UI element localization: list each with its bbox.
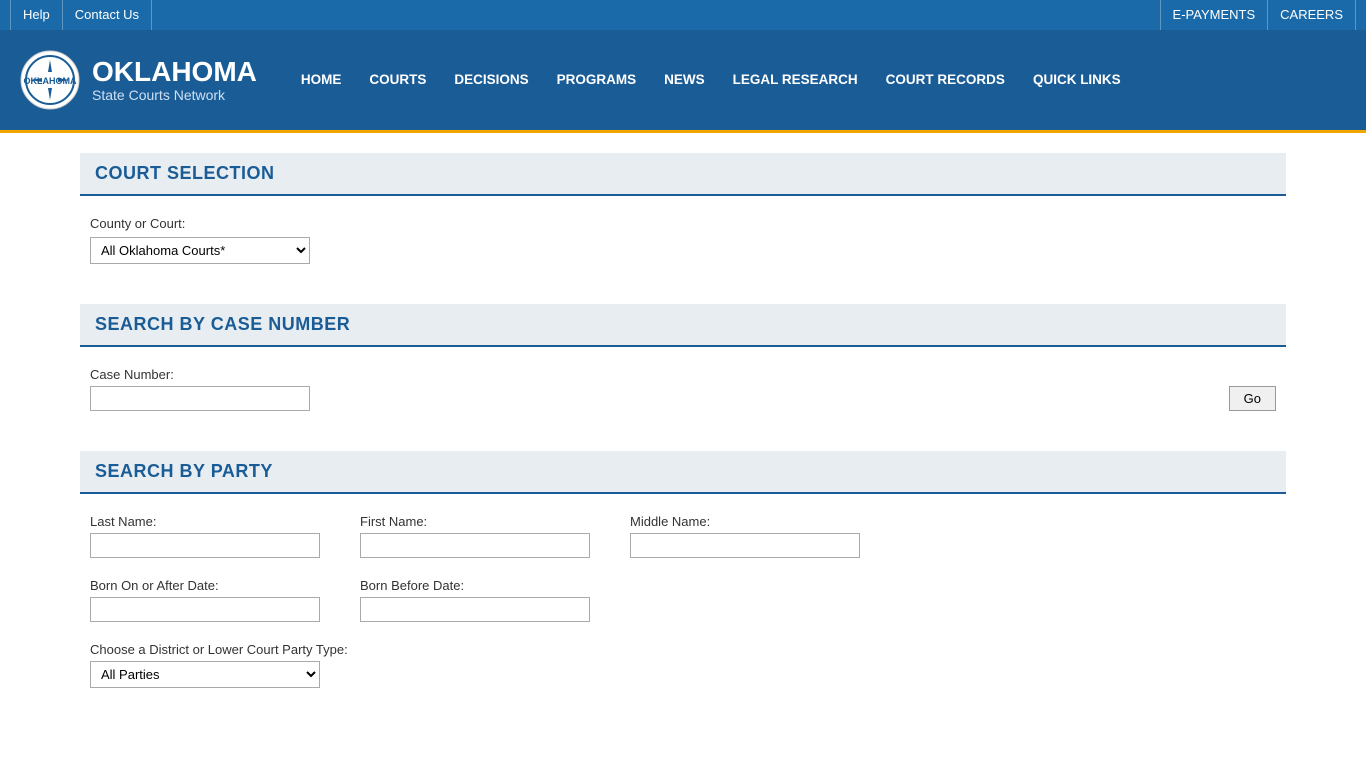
nav-courts[interactable]: COURTS [355,30,440,130]
born-on-label: Born On or After Date: [90,578,320,593]
case-number-form: Case Number: Go [80,367,1286,431]
nav-decisions[interactable]: DECISIONS [440,30,542,130]
nav-legal-research[interactable]: LEGAL RESEARCH [719,30,872,130]
party-name-row: Last Name: First Name: Middle Name: [90,514,1276,558]
nav-news[interactable]: NEWS [650,30,719,130]
case-number-field-group: Case Number: [90,367,310,411]
party-type-group: Choose a District or Lower Court Party T… [90,642,1276,688]
logo-title: OKLAHOMA [92,56,257,87]
main-nav: HOME COURTS DECISIONS PROGRAMS NEWS LEGA… [287,30,1135,130]
help-link[interactable]: Help [10,0,63,30]
born-before-input[interactable] [360,597,590,622]
middle-name-group: Middle Name: [630,514,860,558]
court-selection-title: COURT SELECTION [95,163,1271,184]
contact-us-link[interactable]: Contact Us [63,0,152,30]
logo-text: OKLAHOMA State Courts Network [92,57,257,104]
oklahoma-seal-icon: OKLAHOMA [20,50,80,110]
nav-court-records[interactable]: COURT RECORDS [872,30,1019,130]
top-bar: Help Contact Us E-PAYMENTS CAREERS [0,0,1366,30]
born-on-group: Born On or After Date: [90,578,320,622]
party-search-title: SEARCH BY PARTY [95,461,1271,482]
header-divider [0,130,1366,133]
middle-name-label: Middle Name: [630,514,860,529]
case-number-section-header: SEARCH BY CASE NUMBER [80,304,1286,347]
careers-link[interactable]: CAREERS [1267,0,1356,30]
last-name-input[interactable] [90,533,320,558]
first-name-label: First Name: [360,514,590,529]
last-name-label: Last Name: [90,514,320,529]
case-number-row: Case Number: Go [90,367,1276,411]
nav-home[interactable]: HOME [287,30,356,130]
middle-name-input[interactable] [630,533,860,558]
nav-programs[interactable]: PROGRAMS [543,30,651,130]
county-court-select-wrapper: All Oklahoma Courts* Adair County Distri… [90,237,1276,264]
party-type-select[interactable]: All Parties Plaintiff Defendant Petition… [90,661,320,688]
top-bar-left: Help Contact Us [10,0,152,30]
party-dob-row: Born On or After Date: Born Before Date: [90,578,1276,622]
first-name-group: First Name: [360,514,590,558]
county-court-select[interactable]: All Oklahoma Courts* Adair County Distri… [90,237,310,264]
svg-text:OKLAHOMA: OKLAHOMA [24,76,77,86]
born-on-input[interactable] [90,597,320,622]
nav-quick-links[interactable]: QUICK LINKS [1019,30,1135,130]
born-before-label: Born Before Date: [360,578,590,593]
case-number-title: SEARCH BY CASE NUMBER [95,314,1271,335]
case-number-input[interactable] [90,386,310,411]
born-before-group: Born Before Date: [360,578,590,622]
case-number-label: Case Number: [90,367,310,382]
last-name-group: Last Name: [90,514,320,558]
epayments-link[interactable]: E-PAYMENTS [1160,0,1268,30]
first-name-input[interactable] [360,533,590,558]
party-search-form: Last Name: First Name: Middle Name: Born… [80,514,1286,708]
court-selection-header: COURT SELECTION [80,153,1286,196]
party-type-label: Choose a District or Lower Court Party T… [90,642,1276,657]
county-court-label: County or Court: [90,216,1276,231]
site-logo[interactable]: OKLAHOMA OKLAHOMA State Courts Network [20,50,257,110]
site-header: OKLAHOMA OKLAHOMA State Courts Network H… [0,30,1366,130]
case-number-go-button[interactable]: Go [1229,386,1276,411]
party-type-select-wrapper: All Parties Plaintiff Defendant Petition… [90,661,1276,688]
top-bar-right: E-PAYMENTS CAREERS [1160,0,1356,30]
logo-subtitle: State Courts Network [92,87,257,103]
party-search-header: SEARCH BY PARTY [80,451,1286,494]
court-selection-form: County or Court: All Oklahoma Courts* Ad… [80,216,1286,284]
page-content: COURT SELECTION County or Court: All Okl… [0,153,1366,748]
